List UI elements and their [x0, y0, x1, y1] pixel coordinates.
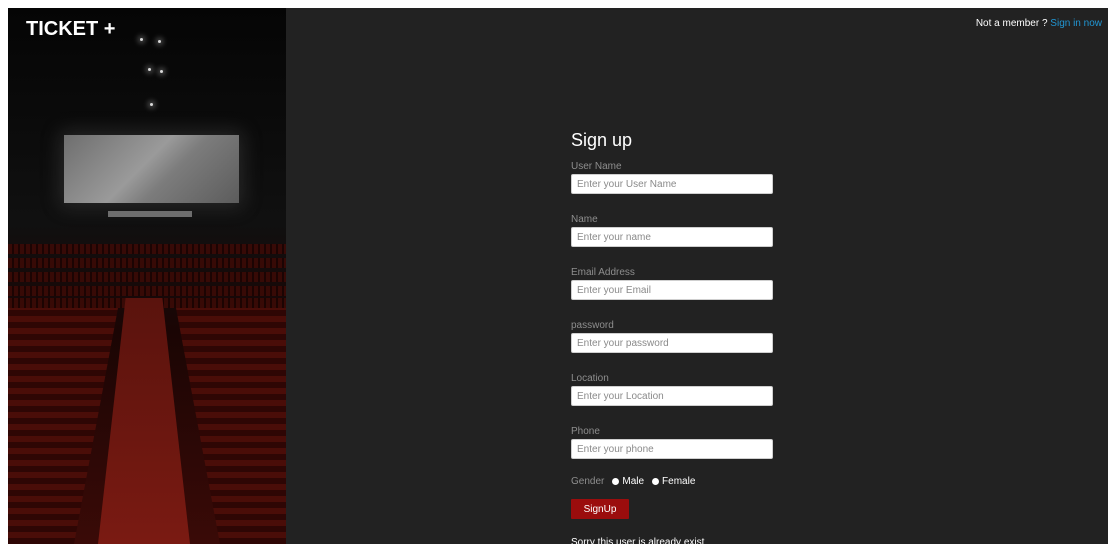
gender-label: Gender [571, 475, 605, 487]
page: TICKET + Not a member ? Sign in now Sign… [8, 8, 1108, 548]
cinema-screen [64, 135, 239, 203]
username-label: User Name [571, 161, 622, 172]
error-message: Sorry this user is already exist [571, 537, 705, 548]
password-field: password [571, 320, 781, 353]
radio-icon[interactable] [652, 477, 660, 485]
location-label: Location [571, 373, 609, 384]
password-label: password [571, 320, 614, 331]
seat-row [8, 258, 286, 268]
signup-form: Sign up User Name Name Email Address pas… [571, 130, 781, 548]
email-input[interactable] [571, 280, 773, 300]
username-field: User Name [571, 161, 781, 194]
not-member-text: Not a member ? [975, 18, 1048, 29]
location-input[interactable] [571, 386, 773, 406]
phone-input[interactable] [571, 439, 773, 459]
gender-option-label: Female [662, 475, 696, 487]
seat-row [8, 244, 286, 254]
seat-row [8, 286, 286, 296]
ceiling-light [148, 68, 151, 71]
password-input[interactable] [571, 333, 773, 353]
name-label: Name [571, 214, 598, 225]
signup-panel: Not a member ? Sign in now Sign up User … [286, 8, 1108, 548]
ceiling-light [140, 38, 143, 41]
radio-icon[interactable] [612, 477, 620, 485]
sign-in-link[interactable]: Sign in now [1050, 18, 1102, 29]
ceiling-light [158, 40, 161, 43]
cinema-hall-image: TICKET + [8, 8, 286, 544]
ceiling-light [160, 70, 163, 73]
phone-label: Phone [571, 426, 600, 437]
email-label: Email Address [571, 267, 635, 278]
gender-option-male[interactable]: Male [612, 476, 644, 487]
stage [108, 211, 192, 217]
gender-option-label: Male [622, 475, 645, 487]
phone-field: Phone [571, 426, 781, 459]
ceiling-light [150, 103, 153, 106]
name-input[interactable] [571, 227, 773, 247]
gender-group: Gender Male Female [571, 473, 781, 489]
signup-button[interactable]: SignUp [571, 499, 629, 519]
username-input[interactable] [571, 174, 773, 194]
signin-prompt: Not a member ? Sign in now [976, 18, 1102, 29]
name-field: Name [571, 214, 781, 247]
location-field: Location [571, 373, 781, 406]
brand-logo[interactable]: TICKET + [26, 18, 115, 41]
gender-option-female[interactable]: Female [652, 476, 695, 487]
seat-row [8, 272, 286, 282]
email-field: Email Address [571, 267, 781, 300]
form-title: Sign up [571, 130, 633, 150]
